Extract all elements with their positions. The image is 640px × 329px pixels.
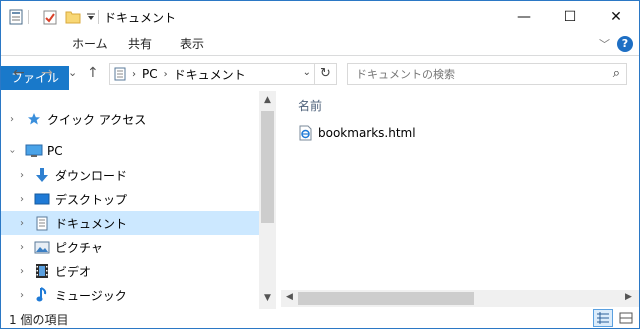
forward-button[interactable]: → bbox=[41, 65, 53, 81]
nav-label: ピクチャ bbox=[55, 240, 103, 255]
properties-icon[interactable] bbox=[9, 8, 23, 26]
nav-item-music[interactable]: › ミュージック bbox=[1, 283, 259, 307]
recent-locations-button[interactable]: ⌄ bbox=[68, 66, 77, 79]
list-item[interactable]: bookmarks.html bbox=[299, 125, 416, 141]
large-icons-view-icon[interactable] bbox=[616, 309, 636, 327]
expand-chevron-icon[interactable]: › bbox=[7, 114, 17, 125]
maximize-button[interactable]: ☐ bbox=[547, 1, 593, 32]
folder-icon[interactable] bbox=[65, 8, 81, 26]
search-box[interactable]: ⌕ bbox=[347, 63, 627, 85]
navigation-pane: › クイック アクセス › PC › ダウンロード › デスクトップ › ドキュ… bbox=[1, 91, 276, 309]
tab-home[interactable]: ホーム bbox=[72, 32, 108, 56]
breadcrumb-separator: › bbox=[163, 68, 168, 80]
expand-chevron-icon[interactable]: › bbox=[17, 266, 27, 277]
expand-chevron-icon[interactable]: › bbox=[17, 290, 27, 301]
item-count: 1 個の項目 bbox=[9, 313, 69, 327]
computer-icon bbox=[25, 143, 43, 159]
music-note-icon bbox=[33, 287, 51, 303]
scroll-right-icon[interactable]: ▶ bbox=[625, 292, 632, 302]
search-input[interactable] bbox=[356, 64, 596, 84]
up-button[interactable]: ↑ bbox=[87, 65, 99, 81]
address-bar[interactable]: › PC › ドキュメント ⌄ ↻ bbox=[109, 63, 337, 85]
nav-item-quick-access[interactable]: › クイック アクセス bbox=[1, 107, 259, 131]
toolbar-separator bbox=[28, 10, 29, 24]
status-bar: 1 個の項目 bbox=[1, 308, 639, 328]
scroll-left-icon[interactable]: ◀ bbox=[286, 292, 293, 302]
address-row: ← → ⌄ ↑ › PC › ドキュメント ⌄ ↻ ⌕ bbox=[1, 57, 639, 91]
nav-label: ダウンロード bbox=[55, 168, 128, 183]
new-folder-check-icon[interactable] bbox=[43, 8, 57, 26]
document-location-icon bbox=[114, 67, 126, 81]
document-icon bbox=[33, 215, 51, 231]
tab-share[interactable]: 共有 bbox=[128, 32, 152, 56]
nav-label: ミュージック bbox=[55, 288, 127, 303]
address-dropdown-icon[interactable]: ⌄ bbox=[303, 67, 311, 78]
scrollbar-thumb[interactable] bbox=[298, 292, 474, 305]
collapse-chevron-icon[interactable]: › bbox=[7, 146, 18, 156]
scroll-down-icon[interactable]: ▼ bbox=[259, 293, 276, 303]
download-arrow-icon bbox=[33, 167, 51, 183]
search-icon[interactable]: ⌕ bbox=[613, 66, 620, 81]
nav-label: ビデオ bbox=[55, 264, 92, 279]
refresh-icon[interactable]: ↻ bbox=[314, 64, 336, 84]
film-icon bbox=[33, 263, 51, 279]
ribbon-expand-icon[interactable]: ﹀ bbox=[599, 36, 610, 52]
breadcrumb-pc[interactable]: PC bbox=[142, 67, 158, 81]
star-icon bbox=[25, 111, 43, 127]
desktop-icon bbox=[33, 191, 51, 207]
nav-item-downloads[interactable]: › ダウンロード bbox=[1, 163, 259, 187]
file-explorer-window: ドキュメント — ☐ ✕ ファイル ホーム 共有 表示 ﹀ ? ← → ⌄ ↑ … bbox=[0, 0, 640, 329]
nav-label: ドキュメント bbox=[55, 216, 128, 231]
breadcrumb-separator: › bbox=[132, 68, 136, 80]
help-icon[interactable]: ? bbox=[617, 36, 633, 52]
details-view-icon[interactable] bbox=[593, 309, 613, 327]
customize-dropdown-icon[interactable] bbox=[87, 8, 95, 26]
minimize-button[interactable]: — bbox=[501, 1, 547, 32]
nav-label: クイック アクセス bbox=[47, 112, 147, 127]
nav-label: デスクトップ bbox=[55, 192, 128, 207]
picture-icon bbox=[33, 239, 51, 255]
title-separator bbox=[98, 10, 99, 24]
file-list-pane: 名前 bookmarks.html ◀ ▶ bbox=[281, 91, 639, 309]
window-title: ドキュメント bbox=[104, 11, 177, 25]
title-bar: ドキュメント — ☐ ✕ bbox=[1, 1, 639, 32]
expand-chevron-icon[interactable]: › bbox=[17, 194, 27, 205]
close-button[interactable]: ✕ bbox=[593, 1, 639, 32]
html-file-icon bbox=[299, 125, 312, 141]
scroll-up-icon[interactable]: ▲ bbox=[259, 95, 276, 105]
scrollbar-thumb[interactable] bbox=[261, 111, 274, 223]
nav-item-videos[interactable]: › ビデオ bbox=[1, 259, 259, 283]
nav-pane-scrollbar[interactable]: ▲ ▼ bbox=[259, 91, 276, 309]
file-list-horizontal-scrollbar[interactable]: ◀ ▶ bbox=[281, 290, 639, 307]
expand-chevron-icon[interactable]: › bbox=[17, 218, 27, 229]
file-name: bookmarks.html bbox=[318, 126, 416, 140]
column-header-name[interactable]: 名前 bbox=[298, 97, 322, 114]
nav-item-desktop[interactable]: › デスクトップ bbox=[1, 187, 259, 211]
nav-item-pictures[interactable]: › ピクチャ bbox=[1, 235, 259, 259]
expand-chevron-icon[interactable]: › bbox=[17, 170, 27, 181]
expand-chevron-icon[interactable]: › bbox=[17, 242, 27, 253]
back-button[interactable]: ← bbox=[13, 65, 25, 81]
breadcrumb-documents[interactable]: ドキュメント bbox=[174, 66, 246, 83]
nav-label: PC bbox=[47, 144, 63, 158]
nav-item-documents[interactable]: › ドキュメント bbox=[1, 211, 259, 235]
ribbon-tabs: ファイル ホーム 共有 表示 ﹀ ? bbox=[1, 32, 639, 90]
tab-view[interactable]: 表示 bbox=[180, 32, 204, 56]
nav-item-pc[interactable]: › PC bbox=[1, 139, 259, 163]
